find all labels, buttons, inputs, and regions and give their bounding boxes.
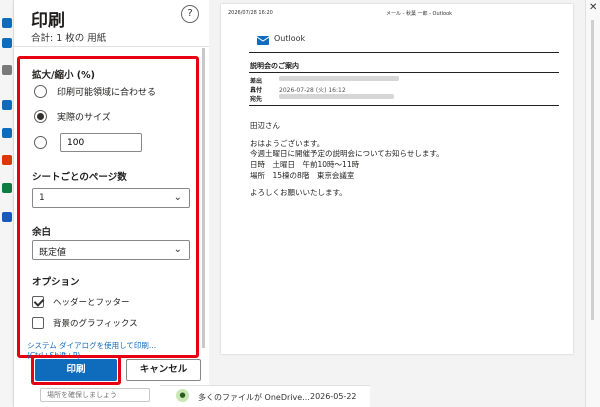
help-button[interactable]: ? (181, 5, 199, 23)
margins-select[interactable]: 既定値 ⌄ (32, 240, 190, 260)
checkbox-background-graphics[interactable]: 背景のグラフィックス (32, 317, 138, 329)
preview-page: 2026/07/28 16:20 メール - 秋葉 一郎 - Outlook O… (221, 4, 573, 354)
radio-actual-size[interactable]: 実際のサイズ (34, 110, 111, 123)
email-line: 今週土曜日に開催予定の説明会についてお知らせします。 (250, 149, 444, 158)
preview-scrollbar[interactable] (591, 20, 594, 320)
chevron-down-icon: ⌄ (173, 192, 182, 203)
notification-text: 多くのファイルが OneDrive... (198, 393, 310, 402)
app-icon (2, 212, 12, 222)
checkbox-label: 背景のグラフィックス (53, 319, 138, 329)
meta-date: 日付 2026-07-28 (火) 16:12 (250, 85, 346, 94)
page-header-date: 2026/07/28 16:20 (228, 10, 273, 16)
background-banner: 場所を確保しましょう (40, 388, 150, 402)
cancel-button[interactable]: キャンセル (126, 359, 201, 381)
select-value: 既定値 (39, 248, 67, 258)
checkbox-label: ヘッダーとフッター (53, 298, 130, 308)
sheet-count: 合計: 1 枚の 用紙 (31, 33, 107, 44)
checkbox-unchecked[interactable] (32, 317, 44, 329)
select-value: 1 (39, 193, 45, 203)
notification-date: 2026-05-22 (310, 392, 357, 401)
radio-button-selected[interactable] (34, 110, 47, 123)
radio-label: 印刷可能領域に合わせる (57, 88, 157, 98)
close-icon[interactable]: ✕ (589, 2, 597, 13)
pages-per-sheet-label: シートごとのページ数 (32, 172, 127, 183)
app-icon (2, 38, 12, 48)
print-settings-panel: 拡大/縮小 (%) 印刷可能領域に合わせる 実際のサイズ シートごとのページ数 … (17, 56, 199, 358)
app-icon (2, 128, 12, 138)
radio-label: 実際のサイズ (57, 113, 111, 123)
redacted-text (279, 76, 399, 81)
email-line: 場所 15棟の8階 東京会議室 (250, 171, 355, 180)
dialog-title: 印刷 (31, 11, 65, 31)
app-icon (2, 65, 12, 75)
dialog-scrollbar[interactable] (202, 48, 205, 348)
meta-key: 日付 (250, 87, 263, 94)
options-label: オプション (32, 277, 80, 288)
redacted-text (279, 94, 394, 99)
scale-label: 拡大/縮小 (%) (32, 70, 95, 81)
print-preview: 2026/07/28 16:20 メール - 秋葉 一郎 - Outlook O… (209, 0, 585, 407)
background-notification: ● 多くのファイルが OneDrive... 2026-05-22 (160, 385, 370, 407)
checkbox-header-footer[interactable]: ヘッダーとフッター (32, 296, 130, 308)
divider (14, 46, 209, 47)
radio-fit-printable-area[interactable]: 印刷可能領域に合わせる (34, 85, 156, 98)
divider (249, 72, 559, 73)
app-icon (2, 18, 12, 28)
email-line: 日時 土曜日 午前10時～11時 (250, 160, 360, 169)
outlook-name: Outlook (274, 34, 306, 43)
avatar: ● (176, 389, 189, 402)
print-button[interactable]: 印刷 (35, 359, 117, 381)
scale-percent-input[interactable] (60, 133, 142, 152)
app-icon (2, 183, 12, 193)
radio-custom-scale[interactable] (34, 136, 57, 149)
chevron-down-icon: ⌄ (173, 244, 182, 255)
background-app-sidebar (0, 0, 14, 407)
email-closing: よろしくお願いいたします。 (250, 188, 347, 197)
meta-value: 2026-07-28 (火) 16:12 (279, 87, 346, 94)
margins-label: 余白 (32, 227, 52, 238)
page-header-title: メール - 秋葉 一郎 - Outlook (386, 11, 453, 17)
print-dialog: 印刷 合計: 1 枚の 用紙 ? 拡大/縮小 (%) 印刷可能領域に合わせる 実… (14, 0, 209, 407)
meta-to: 宛先 (250, 94, 394, 103)
app-icon (2, 155, 12, 165)
radio-button[interactable] (34, 136, 47, 149)
email-greeting: 田辺さん (250, 121, 280, 130)
meta-key: 宛先 (250, 96, 263, 103)
outlook-logo-icon (257, 36, 269, 45)
app-icon (2, 100, 12, 110)
checkbox-checked[interactable] (32, 296, 44, 308)
divider (249, 52, 559, 53)
email-subject: 説明会のご案内 (250, 62, 299, 70)
radio-button[interactable] (34, 85, 47, 98)
divider (249, 105, 559, 106)
pages-per-sheet-select[interactable]: 1 ⌄ (32, 188, 190, 208)
background-right-strip: ✕ (585, 0, 600, 407)
